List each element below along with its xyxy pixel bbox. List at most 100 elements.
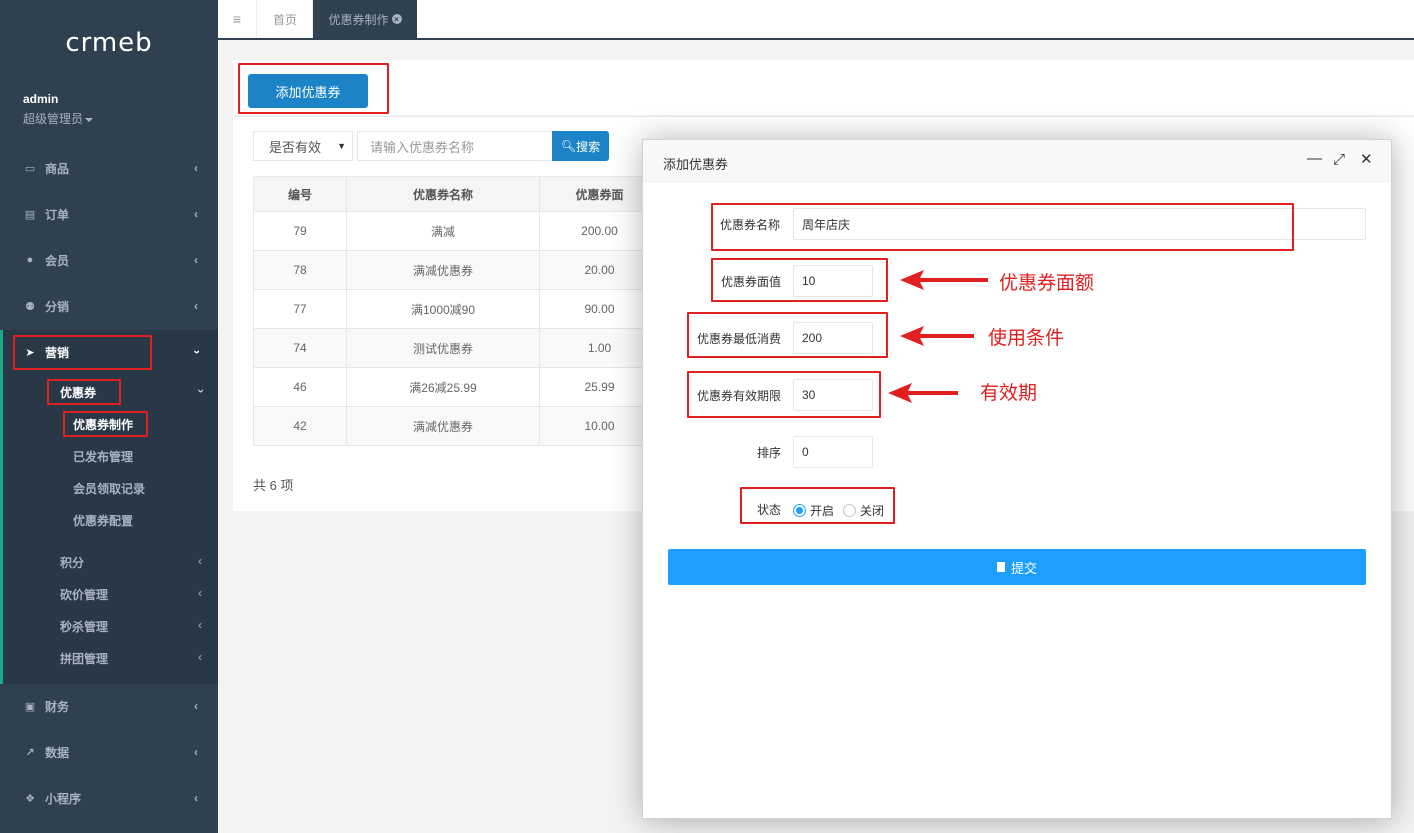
annotation-box-status — [740, 487, 895, 524]
menu-toggle-icon[interactable]: ≡ — [218, 0, 257, 38]
modal-title: 添加优惠券 — [663, 157, 729, 172]
cell-id: 46 — [253, 367, 347, 407]
tab-coupon-make[interactable]: 优惠券制作 × — [313, 0, 417, 38]
annotation-validity: 有效期 — [980, 383, 1038, 404]
sidebar-item-label: 数据 — [45, 745, 70, 760]
money-icon: ▣ — [24, 700, 36, 713]
table-row[interactable]: 46 满26减25.99 25.99 — [253, 367, 660, 407]
tab-label: 优惠券制作 — [328, 12, 389, 27]
sidebar-item-finance[interactable]: ▣ 财务 ‹ — [0, 686, 218, 726]
search-input[interactable]: 请输入优惠券名称 — [357, 131, 553, 161]
chevron-left-icon: ‹ — [198, 554, 202, 568]
sidebar-item-miniprogram[interactable]: ❖ 小程序 ‹ — [0, 778, 218, 818]
chevron-left-icon: ‹ — [198, 586, 202, 600]
submenu-coupon-published[interactable]: 已发布管理 — [73, 448, 133, 465]
column-header[interactable]: 编号 — [253, 176, 347, 212]
arrow-left-icon — [900, 326, 974, 346]
submenu-seckill[interactable]: 秒杀管理 — [60, 618, 108, 635]
sort-label: 排序 — [757, 446, 782, 460]
annotation-box-min — [687, 312, 888, 358]
submit-button[interactable]: 提交 — [668, 549, 1366, 585]
search-button-label: 搜索 — [576, 139, 601, 154]
laptop-icon: ▭ — [24, 162, 36, 175]
sidebar-item-data[interactable]: ↗ 数据 ‹ — [0, 732, 218, 772]
status-select[interactable]: 是否有效 ▼ — [253, 131, 353, 161]
cell-id: 42 — [253, 406, 347, 446]
chevron-left-icon: ‹ — [194, 745, 198, 759]
close-icon[interactable]: ✕ — [1360, 150, 1373, 168]
cell-id: 77 — [253, 289, 347, 329]
cell-id: 79 — [253, 211, 347, 251]
sidebar-item-members[interactable]: ● 会员 ‹ — [0, 240, 218, 280]
sidebar-item-orders[interactable]: ▤ 订单 ‹ — [0, 194, 218, 234]
annotation-box-coupon — [47, 379, 121, 405]
table-row[interactable]: 42 满减优惠券 10.00 — [253, 406, 660, 446]
modal-header[interactable]: 添加优惠券 — ⤢ ✕ — [643, 140, 1391, 182]
chevron-left-icon: ‹ — [198, 650, 202, 664]
caret-down-icon: ▼ — [337, 141, 346, 151]
table-row[interactable]: 79 满减 200.00 — [253, 211, 660, 251]
chevron-left-icon: ‹ — [194, 791, 198, 805]
sidebar-item-label: 财务 — [45, 699, 70, 714]
user-name: admin — [23, 92, 59, 106]
sidebar-item-label: 分销 — [45, 299, 70, 314]
annotation-face: 优惠券面额 — [999, 273, 1095, 294]
annotation-box-name — [711, 203, 1294, 251]
annotation-box-add-button — [238, 63, 389, 114]
list-icon: ▤ — [24, 208, 36, 221]
chart-icon: ↗ — [25, 746, 35, 759]
table-header-row: 编号 优惠券名称 优惠券面 — [253, 176, 660, 212]
table-row[interactable]: 74 测试优惠券 1.00 — [253, 328, 660, 368]
arrow-left-icon — [900, 270, 988, 290]
submenu-points[interactable]: 积分 — [60, 554, 84, 571]
chevron-down-icon: ‹ — [189, 350, 203, 354]
search-icon: 🔍︎ — [560, 139, 577, 153]
chevron-left-icon: ‹ — [194, 207, 198, 221]
cell-id: 78 — [253, 250, 347, 290]
cell-name: 满减 — [346, 211, 540, 251]
submenu-bargain[interactable]: 砍价管理 — [60, 586, 108, 603]
toolbar-panel — [233, 60, 1414, 115]
chevron-left-icon: ‹ — [198, 618, 202, 632]
search-button[interactable]: 🔍︎ 搜索 — [552, 131, 609, 161]
maximize-icon[interactable]: ⤢ — [1333, 151, 1345, 168]
tab-home[interactable]: 首页 — [258, 0, 313, 38]
app-logo[interactable]: crmeb — [0, 28, 218, 58]
chevron-down-icon: ‹ — [193, 389, 207, 393]
user-role-dropdown[interactable]: 超级管理员 — [23, 110, 94, 127]
submenu-coupon-records[interactable]: 会员领取记录 — [73, 480, 145, 497]
submenu-coupon-config[interactable]: 优惠券配置 — [73, 512, 133, 529]
cell-name: 满减优惠券 — [346, 406, 540, 446]
close-icon[interactable]: × — [391, 14, 402, 24]
column-header[interactable]: 优惠券名称 — [346, 176, 540, 212]
annotation-box-marketing — [13, 335, 152, 370]
sidebar-item-label: 小程序 — [45, 791, 82, 806]
submenu-group[interactable]: 拼团管理 — [60, 650, 108, 667]
sidebar-item-label: 商品 — [45, 161, 70, 176]
total-count: 共 6 项 — [253, 478, 294, 493]
annotation-box-period — [687, 371, 881, 418]
cell-name: 测试优惠券 — [346, 328, 540, 368]
user-role-label: 超级管理员 — [23, 112, 84, 126]
caret-down-icon — [85, 117, 94, 122]
submit-label: 提交 — [1010, 560, 1037, 576]
sidebar-item-goods[interactable]: ▭ 商品 ‹ — [0, 148, 218, 188]
sidebar-item-distribution[interactable]: ⚉ 分销 ‹ — [0, 286, 218, 326]
cell-name: 满减优惠券 — [346, 250, 540, 290]
annotation-box-face — [711, 258, 888, 302]
cell-name: 满26减25.99 — [346, 367, 540, 407]
submit-icon — [996, 562, 1005, 572]
table-row[interactable]: 77 满1000减90 90.00 — [253, 289, 660, 329]
table-row[interactable]: 78 满减优惠券 20.00 — [253, 250, 660, 290]
sort-input[interactable]: 0 — [793, 436, 873, 468]
coupon-table: 编号 优惠券名称 优惠券面 79 满减 200.00 78 满减优惠券 20.00 77… — [253, 176, 660, 446]
minimize-icon[interactable]: — — [1307, 150, 1322, 167]
cell-name: 满1000减90 — [346, 289, 540, 329]
annotation-box-coupon-make — [63, 411, 148, 437]
top-bar: ≡ 首页 优惠券制作 × — [218, 0, 1414, 40]
arrow-left-icon — [888, 383, 958, 403]
status-select-value: 是否有效 — [269, 139, 322, 155]
sidebar-item-label: 订单 — [45, 207, 70, 222]
chevron-left-icon: ‹ — [194, 253, 198, 267]
user-icon: ● — [26, 254, 34, 266]
